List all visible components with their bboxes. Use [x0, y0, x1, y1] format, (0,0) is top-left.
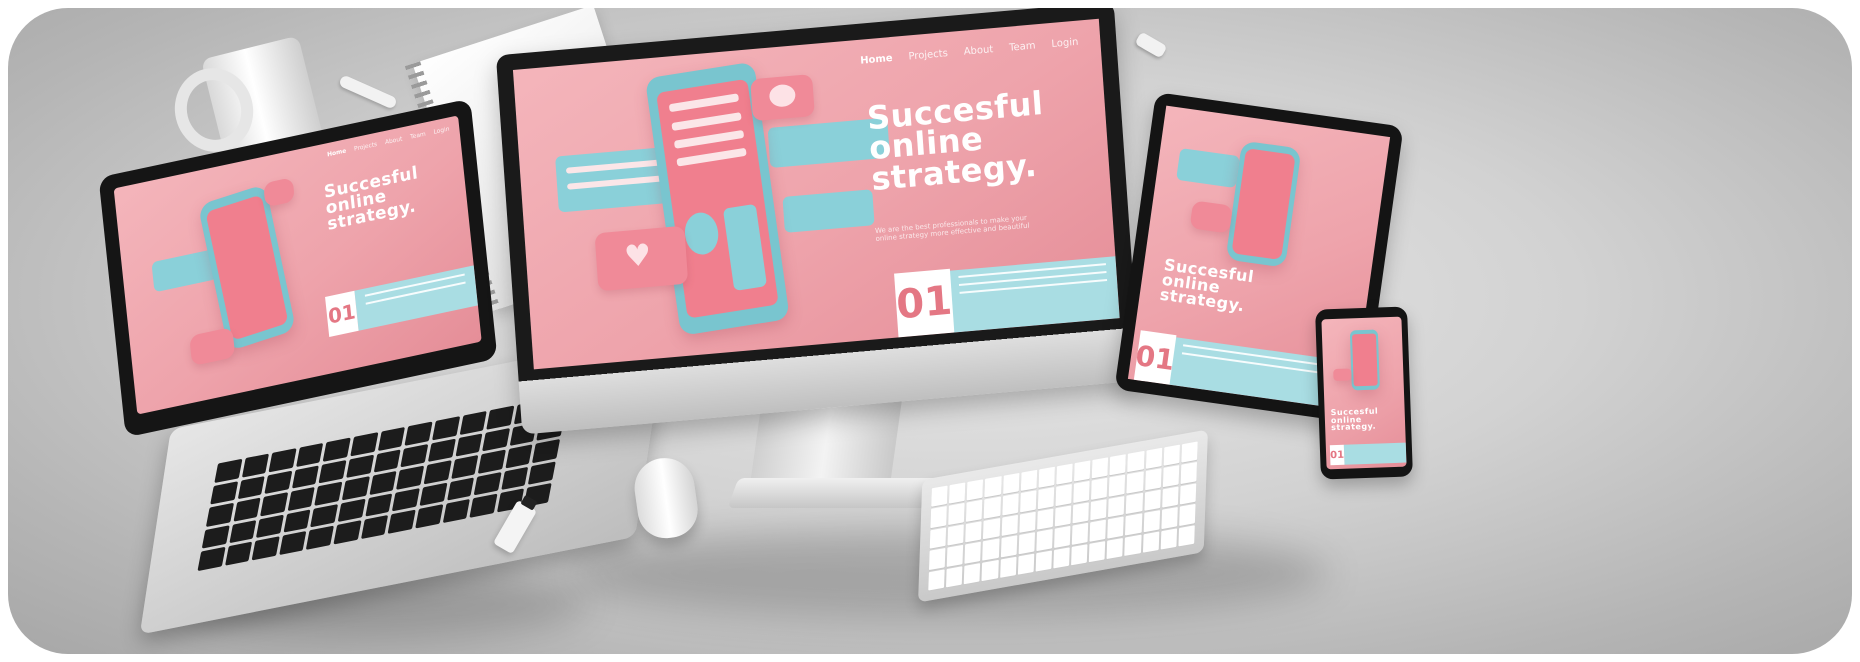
heart-bubble [1333, 368, 1352, 382]
monitor-screen: Home Projects About Team Login ♥ Succesf… [512, 18, 1120, 370]
phone-illustration [197, 183, 297, 352]
nav-login[interactable]: Login [1051, 37, 1079, 50]
laptop: Home Projects About Team Login Succesful… [98, 98, 667, 635]
chat-bubble [1176, 148, 1240, 189]
nav-team[interactable]: Team [410, 131, 426, 141]
smartphone-number: 01 [1329, 444, 1345, 466]
chat-bubble [151, 249, 218, 293]
chat-icon [768, 83, 797, 108]
smartphone-headline: Succesful online strategy. [1330, 406, 1379, 433]
chat-icon-bubble [263, 177, 295, 208]
heart-bubble [1189, 200, 1234, 234]
nav-projects[interactable]: Projects [354, 141, 378, 153]
phone-illustration [1349, 329, 1380, 391]
monitor-subline: We are the best professionals to make yo… [874, 213, 1030, 244]
heart-bubble: ♥ [594, 225, 689, 292]
laptop-number: 01 [325, 290, 359, 338]
info-bar [948, 256, 1120, 333]
nav-login[interactable]: Login [433, 125, 450, 135]
laptop-screen: Home Projects About Team Login Succesful… [113, 115, 482, 415]
pen [338, 74, 398, 110]
nav-team[interactable]: Team [1009, 40, 1036, 53]
devices-mockup-photo: Home Projects About Team Login Succesful… [8, 8, 1852, 654]
nav-about[interactable]: About [963, 44, 993, 58]
tablet-number: 01 [1134, 330, 1177, 385]
info-bar [354, 265, 478, 331]
nav-projects[interactable]: Projects [908, 48, 948, 62]
chat-icon-bubble [750, 74, 815, 122]
tablet-headline: Succesful online strategy. [1158, 254, 1256, 316]
monitor-foot [727, 478, 949, 508]
heart-icon: ♥ [623, 237, 653, 275]
smartphone-screen: Succesful online strategy. 01 [1321, 316, 1407, 470]
laptop-nav: Home Projects About Team Login [327, 125, 450, 158]
nav-home[interactable]: Home [860, 53, 893, 67]
nav-home[interactable]: Home [327, 147, 347, 158]
monitor-number: 01 [894, 268, 955, 338]
monitor-body: Home Projects About Team Login ♥ Succesf… [495, 8, 1141, 435]
laptop-headline: Succesful online strategy. [323, 162, 420, 236]
monitor-headline: Succesful online strategy. [865, 83, 1045, 198]
info-bar [1343, 442, 1407, 465]
smartphone: Succesful online strategy. 01 [1315, 306, 1413, 480]
heart-bubble [189, 326, 236, 367]
nav-about[interactable]: About [385, 135, 403, 146]
chat-bubble [782, 189, 875, 233]
desktop-monitor: Home Projects About Team Login ♥ Succesf… [495, 8, 1148, 528]
monitor-nav: Home Projects About Team Login [860, 37, 1079, 67]
